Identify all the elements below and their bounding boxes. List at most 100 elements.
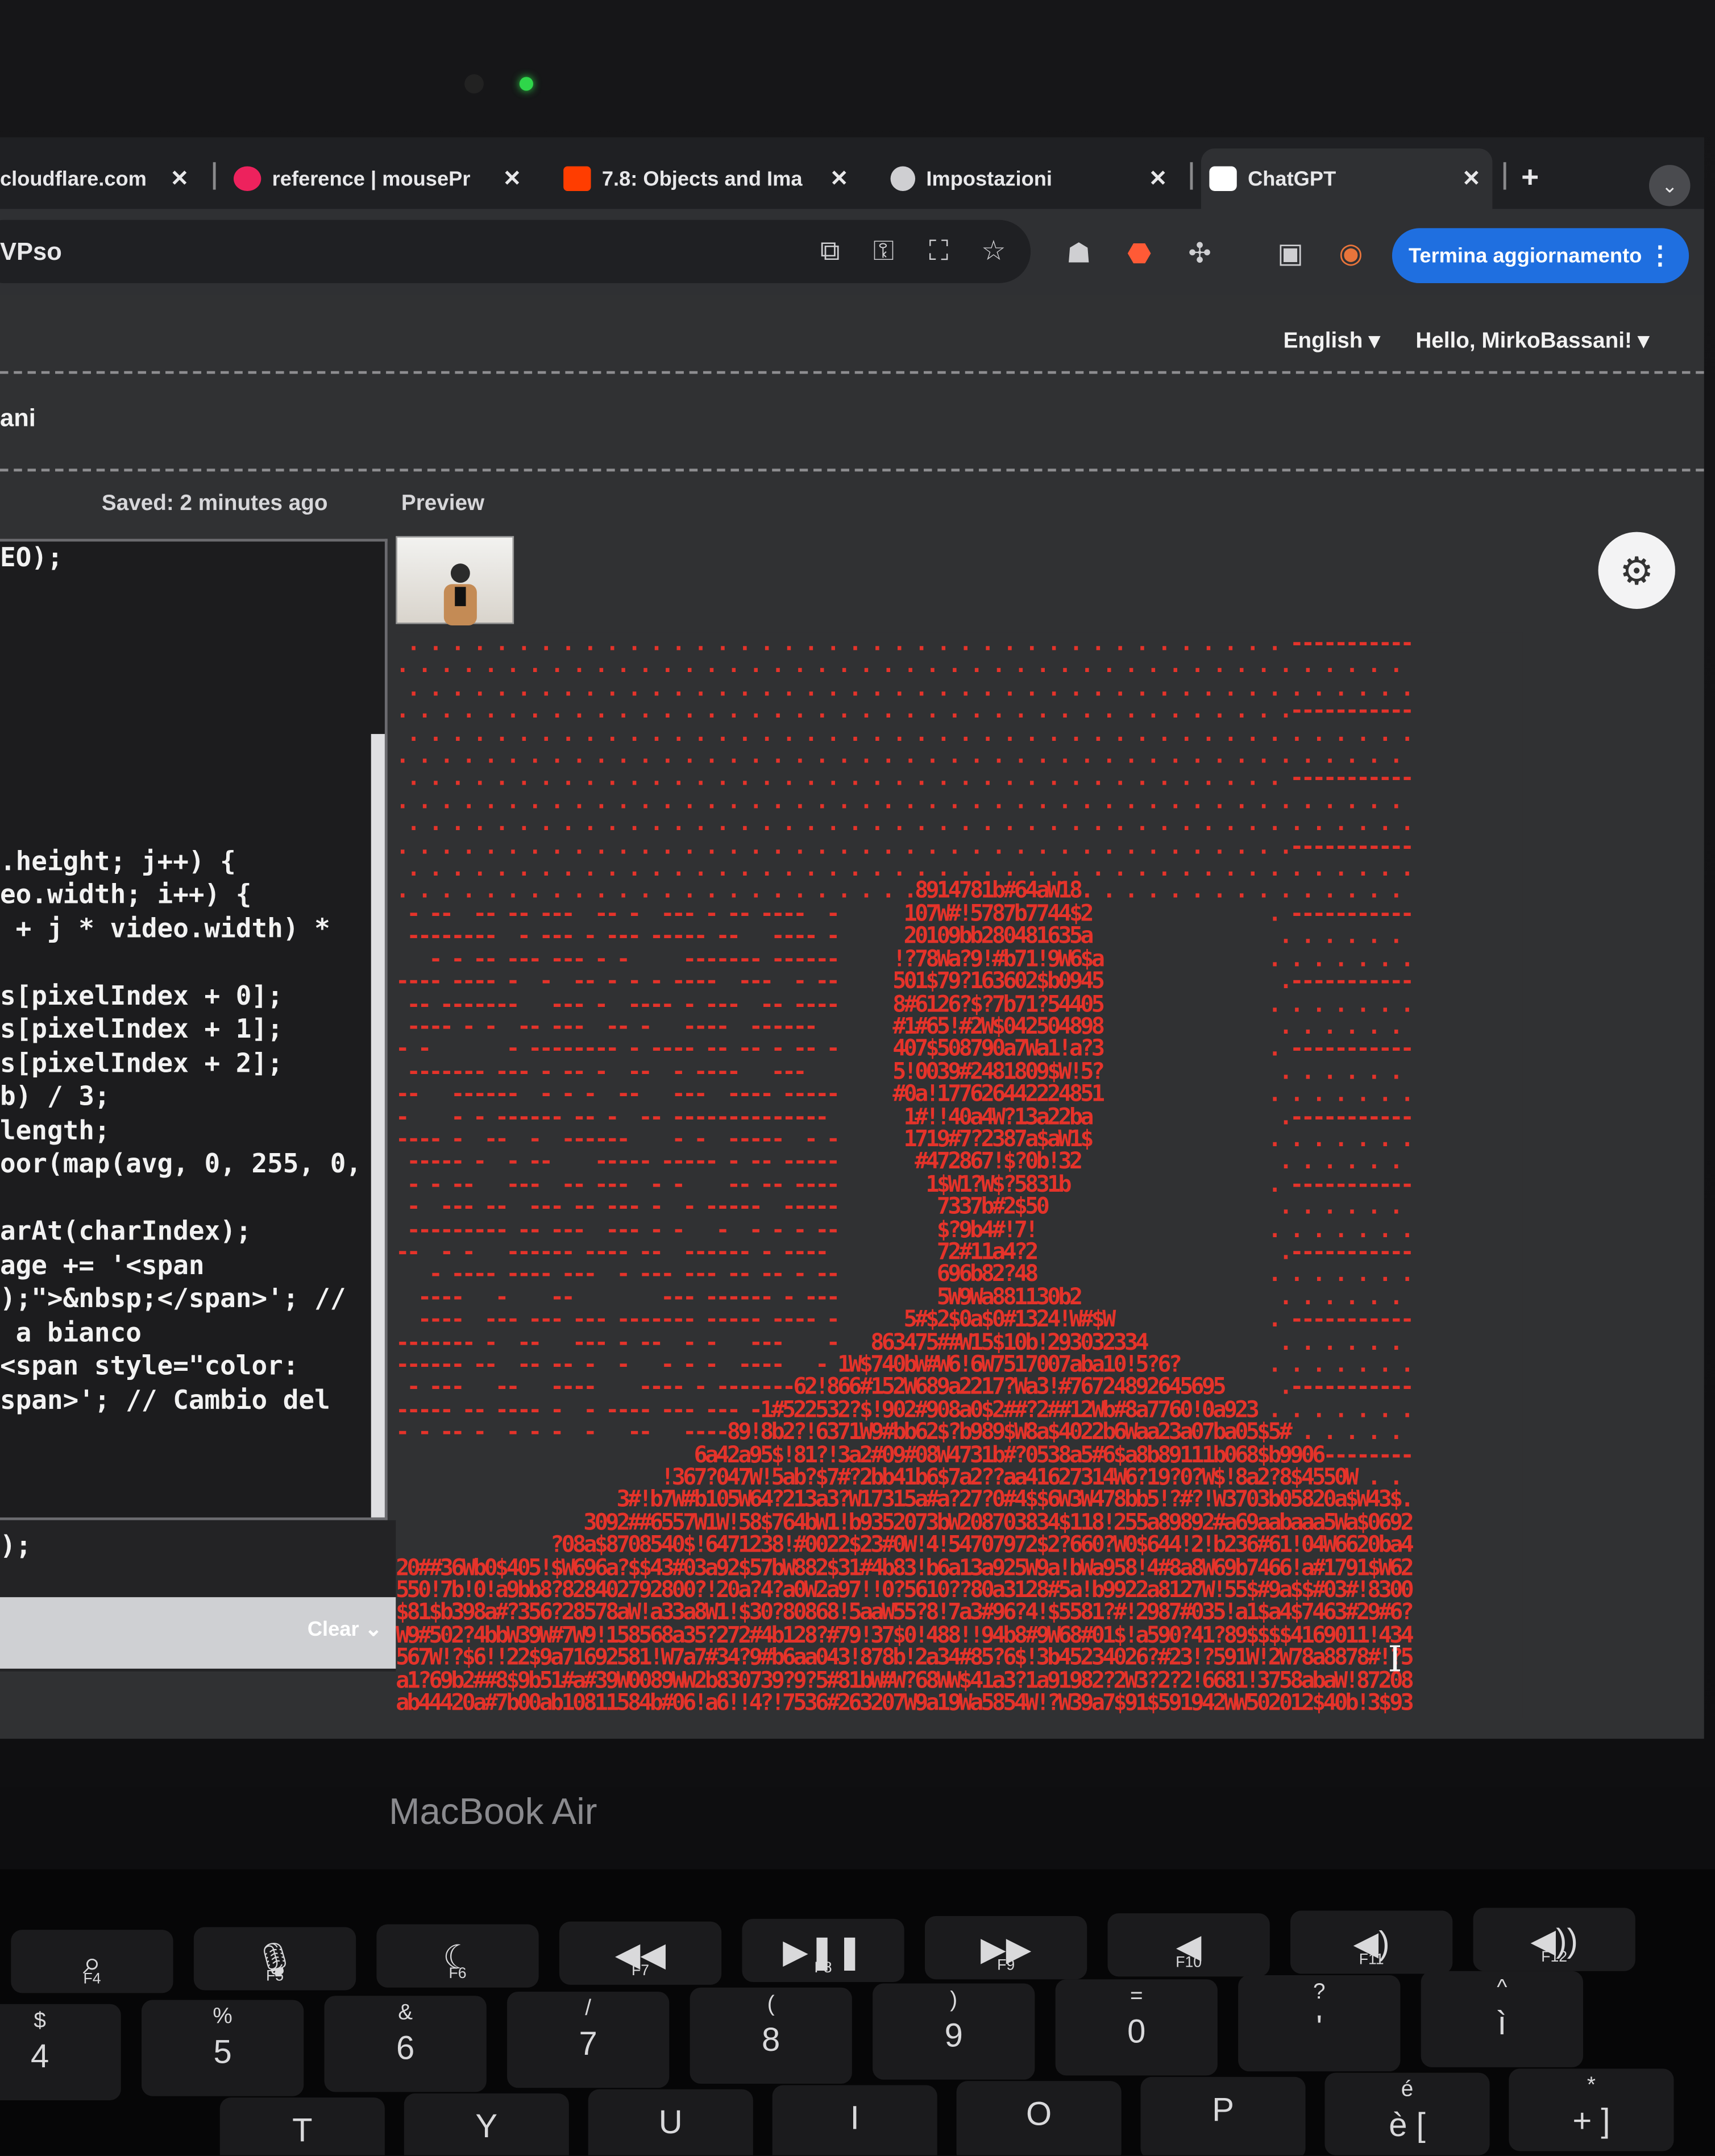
webcam-preview-thumbnail [396,536,514,625]
sketch-name[interactable]: ani [0,404,36,433]
keyboard-key[interactable]: ◀◀ F7 [559,1921,722,1985]
keyboard-key[interactable]: ◀)) F12 [1473,1908,1635,1971]
keyboard-key[interactable]: T [219,2097,385,2155]
tab-chatgpt[interactable]: ChatGPT ✕ [1201,148,1493,209]
keyboard-key[interactable]: é è [ [1324,2072,1490,2155]
keyboard-key[interactable]: (8 [690,1987,852,2084]
divider [0,468,1704,472]
p5-editor-page: English ▾ Hello, MirkoBassani! ▾ ani ⚙ S… [0,294,1704,1739]
language-menu[interactable]: English ▾ [1284,327,1380,354]
key-function-legend: F6 [449,1966,467,1983]
new-tab-button[interactable]: + [1521,159,1539,195]
code-lines: EO); .height; j++) {eo.width; i++) { + j … [0,541,362,1417]
key-main-legend: ' [1316,2009,1323,2047]
code-line: span>'; // Cambio del [0,1384,330,1415]
code-line: s[pixelIndex + 1]; [0,1014,283,1045]
keyboard-key[interactable]: I [772,2085,937,2155]
keyboard-key[interactable]: = 0 [1055,1979,1218,2076]
camera-light-icon [519,77,533,91]
key-icon[interactable]: ⚿ [866,235,902,268]
update-label: Termina aggiornamento [1408,244,1642,268]
adblock-icon[interactable]: ⬣ [1122,238,1157,271]
ascii-art-output: . . . . . . . . . . . . . . . . . . . . … [396,632,1523,1718]
keyboard-key[interactable]: ^ ì [1421,1971,1583,2067]
close-icon[interactable]: ✕ [171,165,189,192]
address-bar[interactable]: VPso ⧉ ⚿ ⛶ ☆ [0,219,1031,284]
translate-icon[interactable]: ⛶ [921,235,957,268]
key-function-legend: F7 [632,1963,650,1980]
key-top-legend: / [585,1997,592,2021]
keyboard-key[interactable]: ▶▶ F9 [924,1915,1087,1980]
keyboard-key[interactable]: 🎙 F5 [193,1927,356,1991]
ascii-characters: . . . . . . . . . . . . . . . . . . . . … [396,632,1414,1716]
key-main-legend: 4 [30,2038,49,2076]
camera-permission-icon[interactable]: ⧉ [812,235,848,268]
key-function-legend: F11 [1359,1951,1384,1968]
tab-label: reference | mousePr [272,167,471,190]
extension-icon[interactable]: ☗ [1061,238,1097,271]
key-main-legend: ì [1497,2005,1507,2043]
code-line: );">&nbsp;</span>'; // [0,1283,346,1315]
close-icon[interactable]: ✕ [830,165,848,192]
laptop-screen: cloudflare.com ✕ reference | mousePr ✕ 7… [0,137,1704,1739]
keyboard-key[interactable]: ◀ F10 [1107,1913,1270,1977]
settings-button[interactable]: ⚙ [1598,532,1675,609]
keyboard-key[interactable]: $4 [0,2004,121,2100]
close-icon[interactable]: ✕ [1149,165,1167,192]
keyboard-key[interactable]: /7 [507,1991,670,2088]
more-vertical-icon[interactable]: ⋮ [1648,241,1673,270]
keyboard-key[interactable]: P [1140,2076,1306,2155]
user-menu[interactable]: Hello, MirkoBassani! ▾ [1415,327,1649,354]
update-button[interactable]: Termina aggiornamento ⋮ [1392,228,1689,284]
code-line: s[pixelIndex + 0]; [0,980,283,1011]
tab-separator [213,162,216,190]
tab-label: cloudflare.com [0,167,147,190]
code-line: a bianco [0,1317,142,1348]
editor-scrollbar[interactable] [371,733,385,1518]
tab-separator [1190,162,1193,190]
code-editor[interactable]: EO); .height; j++) {eo.width; i++) { + j … [0,538,388,1520]
sidepanel-icon[interactable]: ▣ [1273,238,1309,271]
tab-cloudflare[interactable]: cloudflare.com ✕ [0,148,206,209]
tab-impostazioni[interactable]: Impostazioni ✕ [890,148,1180,209]
bookmark-star-icon[interactable]: ☆ [975,235,1011,268]
keyboard-key[interactable]: ▶❚❚ F8 [742,1918,904,1983]
tab-search-button[interactable]: ⌄ [1649,165,1691,206]
keyboard-key[interactable]: % 5 [142,2000,304,2096]
clear-console-button[interactable]: Clear ⌄ [308,1616,382,1641]
close-icon[interactable]: ✕ [1462,165,1480,192]
key-function-legend: F8 [814,1960,832,1977]
keyboard-key[interactable]: ◀) F11 [1290,1910,1453,1974]
keyboard-key[interactable]: * + ] [1509,2068,1674,2151]
keyboard-key[interactable]: & 6 [324,1996,487,2092]
key-main-legend: è [ [1389,2107,1426,2145]
address-text: VPso [0,237,62,265]
keyboard-key[interactable]: ☾ F6 [376,1924,539,1988]
puzzle-icon[interactable]: ✣ [1182,238,1218,271]
code-line: s[pixelIndex + 2]; [0,1048,283,1079]
key-top-legend: ? [1313,1980,1326,2004]
code-line: oor(map(avg, 0, 255, 0, [0,1149,362,1180]
clear-label: Clear [307,1618,359,1641]
tab-reference-mousepressed[interactable]: reference | mousePr ✕ [233,148,536,209]
keyboard-key[interactable]: ) 9 [873,1983,1035,2080]
p5-favicon-icon [233,166,261,192]
tab-objects-and-images[interactable]: 7.8: Objects and Ima ✕ [563,148,859,209]
language-label: English [1283,330,1363,354]
profile-avatar[interactable]: ◉ [1333,238,1369,271]
keyboard-key[interactable]: ? ' [1238,1975,1401,2072]
code-line: arAt(charIndex); [0,1216,252,1247]
keyboard-key[interactable]: Y [404,2093,569,2155]
close-icon[interactable]: ✕ [503,165,521,192]
keyboard-key[interactable]: ⌕ F4 [11,1930,173,1993]
keyboard-key[interactable]: O [956,2081,1122,2155]
keyboard-key[interactable]: U [588,2089,753,2155]
person-thumbnail-image [443,563,477,625]
key-function-legend: F12 [1541,1949,1568,1966]
key-top-legend: $ [34,2009,46,2033]
